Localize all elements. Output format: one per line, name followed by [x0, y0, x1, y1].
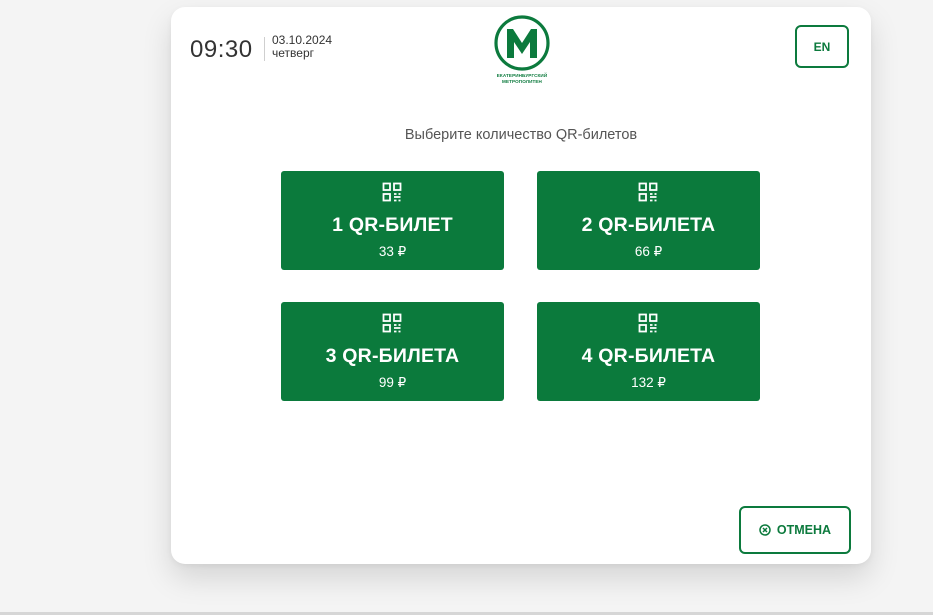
ticket-option-1[interactable]: 1 QR-БИЛЕТ 33 ₽: [281, 171, 504, 270]
clock-time: 09:30: [190, 36, 253, 63]
ticket-price: 33 ₽: [378, 244, 407, 259]
ticket-price: 99 ₽: [378, 375, 407, 390]
qr-code-icon: [382, 182, 402, 202]
ticket-option-2[interactable]: 2 QR-БИЛЕТА 66 ₽: [537, 171, 760, 270]
date-divider: [264, 37, 265, 61]
logo-caption: ЕКАТЕРИНБУРГСКИЙ МЕТРОПОЛИТЕН: [487, 73, 557, 85]
cancel-label: ОТМЕНА: [776, 523, 832, 537]
metro-logo-icon: [494, 15, 550, 71]
ticket-label: 1 QR-БИЛЕТ: [332, 214, 453, 236]
ticket-price: 66 ₽: [634, 244, 663, 259]
ticket-option-3[interactable]: 3 QR-БИЛЕТА 99 ₽: [281, 302, 504, 401]
qr-code-icon: [638, 182, 658, 202]
cancel-button[interactable]: ОТМЕНА: [739, 506, 851, 554]
ticket-option-4[interactable]: 4 QR-БИЛЕТА 132 ₽: [537, 302, 760, 401]
language-switch-button[interactable]: EN: [795, 25, 849, 68]
ticket-label: 2 QR-БИЛЕТА: [581, 214, 716, 236]
qr-code-icon: [638, 313, 658, 333]
metro-logo: ЕКАТЕРИНБУРГСКИЙ МЕТРОПОЛИТЕН: [487, 15, 557, 87]
ticket-label: 4 QR-БИЛЕТА: [581, 345, 716, 367]
current-weekday: четверг: [272, 46, 314, 60]
date-block: 03.10.2024 четверг: [272, 34, 332, 60]
ticket-count-prompt: Выберите количество QR-билетов: [404, 127, 638, 143]
ticket-label: 3 QR-БИЛЕТА: [325, 345, 460, 367]
close-circle-icon: [759, 524, 771, 536]
ticket-price: 132 ₽: [631, 375, 666, 390]
kiosk-screen: 09:30 03.10.2024 четверг ЕКАТЕРИНБУРГСКИ…: [171, 7, 871, 564]
logo-caption-line2: МЕТРОПОЛИТЕН: [502, 79, 542, 84]
qr-code-icon: [382, 313, 402, 333]
